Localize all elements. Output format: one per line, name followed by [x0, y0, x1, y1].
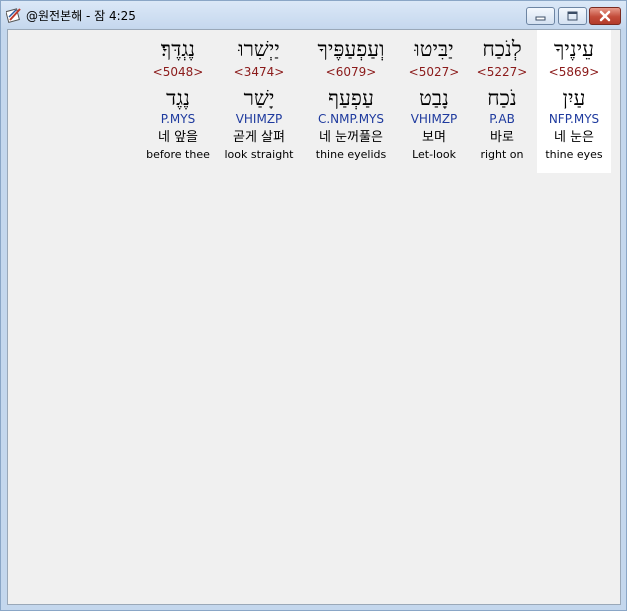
hebrew-lemma: יָשַׁר — [243, 86, 275, 110]
english-gloss: before thee — [146, 148, 210, 161]
strong-number[interactable]: <5048> — [142, 65, 214, 79]
app-icon — [6, 8, 21, 23]
morphology-code: P.AB — [489, 112, 515, 126]
word-column-1[interactable]: עֵינֶיךָ <5869> עַיִן NFP.MYS 네 눈은 thine… — [537, 30, 611, 173]
korean-gloss: 네 눈꺼풀은 — [319, 130, 383, 145]
morphology-code: VHIMZP — [235, 112, 283, 126]
maximize-icon — [567, 11, 578, 21]
english-gloss: thine eyes — [545, 148, 603, 161]
strong-number[interactable]: <5227> — [470, 65, 534, 79]
morphology-code: VHIMZP — [410, 112, 458, 126]
app-window: @원전본해 - 잠 4:25 עֵינֶיךָ <5869> עַיִן NFP… — [0, 0, 627, 611]
close-button[interactable] — [589, 7, 621, 25]
hebrew-word: לְנֹכַח — [482, 37, 522, 61]
word-column-3[interactable]: יַבִּיטוּ <5027> נָבַט VHIMZP 보며 Let-loo… — [400, 30, 468, 173]
hebrew-word: וְעַפְעַפֶּיךָ — [317, 37, 385, 61]
close-icon — [599, 10, 611, 22]
korean-gloss: 보며 — [422, 130, 446, 145]
word-column-2[interactable]: לְנֹכַח <5227> נֹכַח P.AB 바로 right on — [470, 30, 534, 173]
korean-gloss: 바로 — [490, 130, 514, 145]
hebrew-word: יַיְשִׁרוּ — [238, 37, 280, 61]
hebrew-word: יַבִּיטוּ — [414, 37, 454, 61]
hebrew-lemma: עַפְעַף — [328, 86, 374, 110]
morphology-code: C.NMP.MYS — [317, 112, 384, 126]
english-gloss: Let-look — [412, 148, 456, 161]
korean-gloss: 네 눈은 — [553, 130, 594, 145]
hebrew-lemma: עַיִן — [562, 86, 586, 110]
strong-number[interactable]: <5869> — [537, 65, 611, 79]
strong-number[interactable]: <5027> — [400, 65, 468, 79]
maximize-button[interactable] — [558, 7, 587, 25]
morphology-code: P.MYS — [160, 112, 196, 126]
title-bar[interactable]: @원전본해 - 잠 4:25 — [1, 1, 626, 28]
word-column-5[interactable]: יַיְשִׁרוּ <3474> יָשַׁר VHIMZP 곧게 살펴 lo… — [216, 30, 302, 173]
strong-number[interactable]: <6079> — [304, 65, 398, 79]
window-title: @원전본해 - 잠 4:25 — [26, 9, 136, 23]
english-gloss: thine eyelids — [315, 148, 387, 161]
hebrew-lemma: נֶגֶד — [166, 86, 190, 110]
word-column-4[interactable]: וְעַפְעַפֶּיךָ <6079> עַפְעַף C.NMP.MYS … — [304, 30, 398, 173]
hebrew-word: עֵינֶיךָ — [553, 37, 595, 61]
korean-gloss: 네 앞을 — [157, 130, 198, 145]
interlinear-view: עֵינֶיךָ <5869> עַיִן NFP.MYS 네 눈은 thine… — [7, 29, 621, 605]
hebrew-lemma: נֹכַח — [487, 86, 517, 110]
strong-number[interactable]: <3474> — [216, 65, 302, 79]
minimize-button[interactable] — [526, 7, 555, 25]
hebrew-lemma: נָבַט — [419, 86, 449, 110]
minimize-icon — [535, 16, 546, 21]
morphology-code: NFP.MYS — [548, 112, 600, 126]
word-column-6[interactable]: נֶגְדֶּךָ׃ <5048> נֶגֶד P.MYS 네 앞을 befor… — [142, 30, 214, 173]
korean-gloss: 곧게 살펴 — [233, 130, 285, 145]
hebrew-word: נֶגְדֶּךָ׃ — [160, 37, 196, 61]
english-gloss: look straight — [224, 148, 294, 161]
english-gloss: right on — [480, 148, 524, 161]
